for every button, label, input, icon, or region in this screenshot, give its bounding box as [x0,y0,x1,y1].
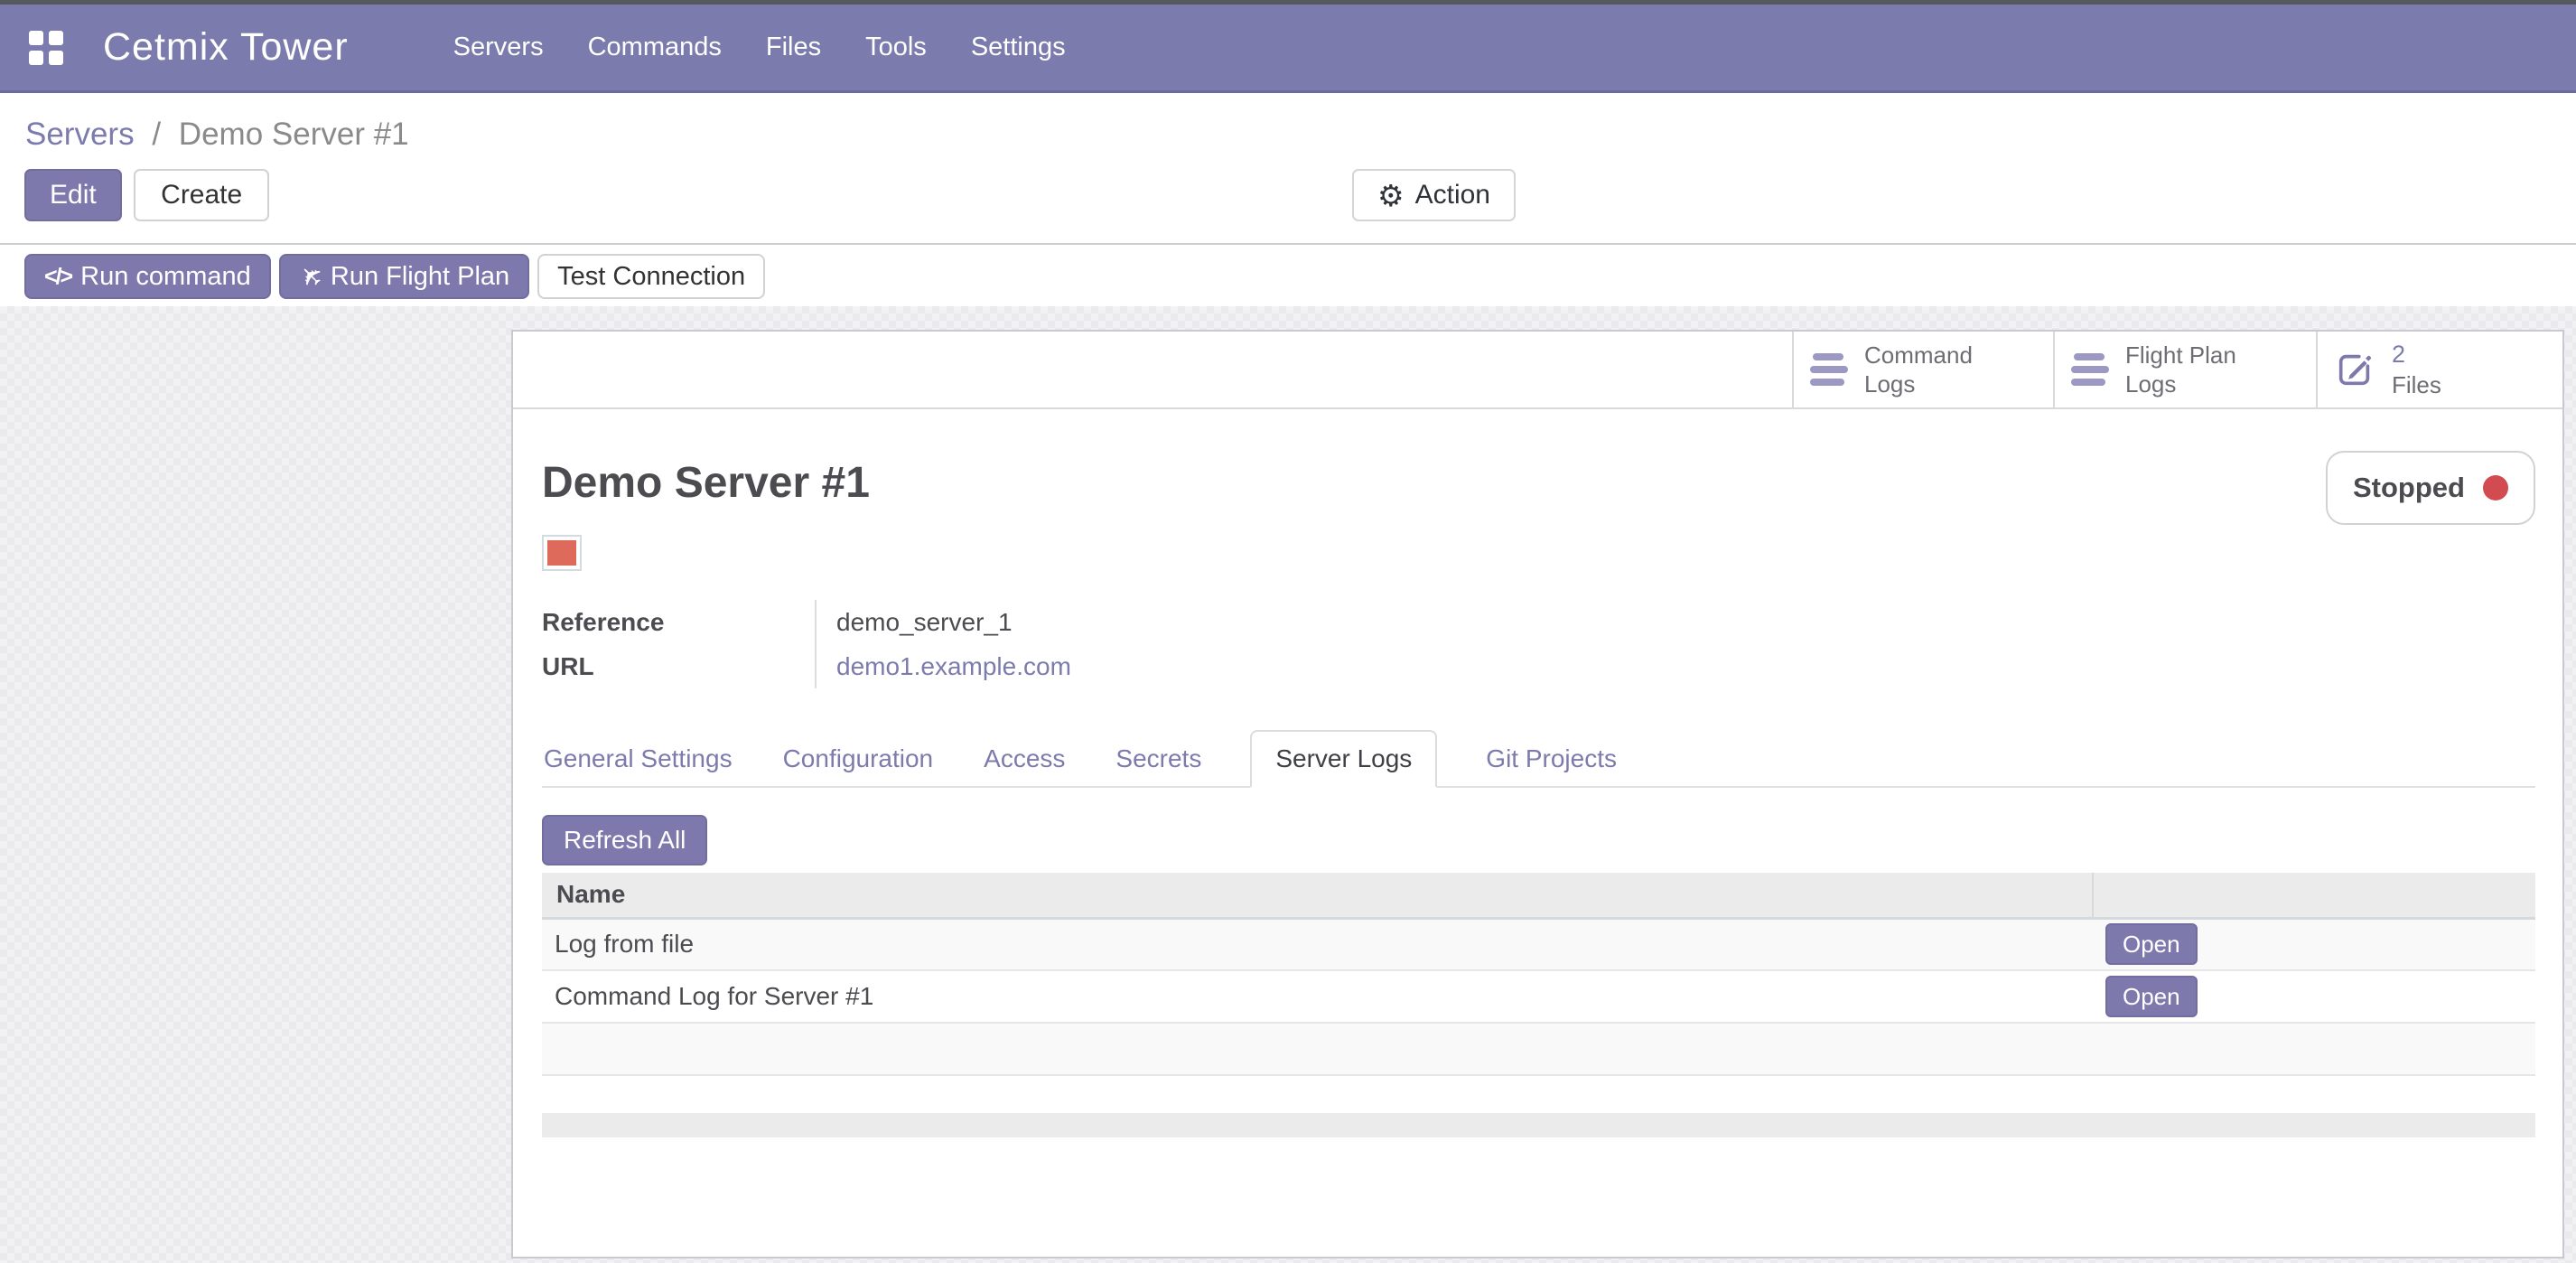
table-spacer-row [542,1075,2535,1113]
table-row[interactable]: Log from file Open [542,918,2535,970]
breadcrumb-current: Demo Server #1 [179,117,409,152]
log-name-cell[interactable]: Command Log for Server #1 [542,970,2093,1023]
tab-git-projects[interactable]: Git Projects [1484,732,1619,786]
url-field-link[interactable]: demo1.example.com [836,652,1071,681]
table-header-row: Name [542,873,2535,918]
field-values-column: demo_server_1 demo1.example.com [815,600,1071,688]
server-logs-tab-content: Refresh All Name Log from file Open [542,788,2535,1137]
test-connection-button[interactable]: Test Connection [537,254,765,299]
name-column-header[interactable]: Name [542,873,2093,918]
server-color-fill [547,540,576,566]
control-panel: Edit Create ⚙ Action [0,153,2576,221]
apps-grid-icon[interactable] [29,31,63,65]
actions-column-header [2093,873,2535,918]
server-color-swatch[interactable] [542,535,582,571]
stat-label: Flight Plan Logs [2125,341,2248,399]
reference-field-label: Reference [542,600,815,644]
tab-server-logs[interactable]: Server Logs [1250,730,1437,788]
server-command-bar: </> Run command ✈ Run Flight Plan Test C… [0,245,2576,306]
code-icon: </> [44,264,71,290]
run-flight-plan-label: Run Flight Plan [331,262,509,292]
tab-access[interactable]: Access [982,732,1067,786]
nav-item-servers[interactable]: Servers [453,33,544,62]
content-background: Command Logs Flight Plan Logs 2 Files De… [0,306,2576,1263]
table-footer-row [542,1113,2535,1137]
plane-icon: ✈ [291,257,330,296]
breadcrumb-servers-link[interactable]: Servers [25,117,135,152]
stat-files-text: 2 Files [2392,340,2441,399]
action-menu-label: Action [1415,180,1490,210]
status-dot-icon [2483,475,2508,501]
empty-table-row [542,1023,2535,1075]
gear-icon: ⚙ [1377,181,1405,210]
stat-button-flight-plan-logs[interactable]: Flight Plan Logs [2053,332,2316,407]
tab-configuration[interactable]: Configuration [781,732,936,786]
form-sheet: Demo Server #1 Stopped Reference URL dem… [513,409,2562,1137]
page-title: Demo Server #1 [542,458,2535,508]
bars-icon [2071,353,2109,386]
create-button[interactable]: Create [134,169,269,221]
main-navbar: Cetmix Tower Servers Commands Files Tool… [0,5,2576,93]
stat-label: Files [2392,371,2441,398]
nav-item-tools[interactable]: Tools [865,33,927,62]
server-form-card: Command Logs Flight Plan Logs 2 Files De… [511,330,2564,1258]
tab-general-settings[interactable]: General Settings [542,732,734,786]
breadcrumb-separator: / [152,117,161,152]
edit-button[interactable]: Edit [24,169,122,221]
run-command-label: Run command [80,262,251,292]
notebook-tabs: General Settings Configuration Access Se… [542,730,2535,788]
stat-button-files[interactable]: 2 Files [2316,332,2562,407]
status-badge-label: Stopped [2353,472,2465,504]
nav-item-commands[interactable]: Commands [588,33,722,62]
url-field-label: URL [542,644,815,688]
server-logs-table: Name Log from file Open Command Log for … [542,873,2535,1137]
stat-files-count: 2 [2392,341,2405,368]
nav-menu: Servers Commands Files Tools Settings [453,33,1066,62]
stat-label: Command Logs [1864,341,1987,399]
reference-field-value: demo_server_1 [836,600,1071,644]
breadcrumb: Servers / Demo Server #1 [0,93,2576,153]
open-log-button[interactable]: Open [2105,976,2198,1017]
stat-button-command-logs[interactable]: Command Logs [1792,332,2053,407]
bars-icon [1810,353,1848,386]
status-badge: Stopped [2326,451,2535,525]
nav-item-settings[interactable]: Settings [971,33,1066,62]
table-row[interactable]: Command Log for Server #1 Open [542,970,2535,1023]
tab-secrets[interactable]: Secrets [1114,732,1203,786]
pencil-square-icon [2334,349,2375,390]
action-menu-button[interactable]: ⚙ Action [1352,169,1516,221]
run-command-button[interactable]: </> Run command [24,254,271,299]
run-flight-plan-button[interactable]: ✈ Run Flight Plan [279,254,529,299]
refresh-all-button[interactable]: Refresh All [542,815,707,865]
open-log-button[interactable]: Open [2105,923,2198,965]
field-labels-column: Reference URL [542,600,815,688]
brand-title[interactable]: Cetmix Tower [103,25,349,70]
log-name-cell[interactable]: Log from file [542,918,2093,970]
stat-button-row: Command Logs Flight Plan Logs 2 Files [513,332,2562,409]
nav-item-files[interactable]: Files [766,33,821,62]
field-group: Reference URL demo_server_1 demo1.exampl… [542,600,2535,688]
